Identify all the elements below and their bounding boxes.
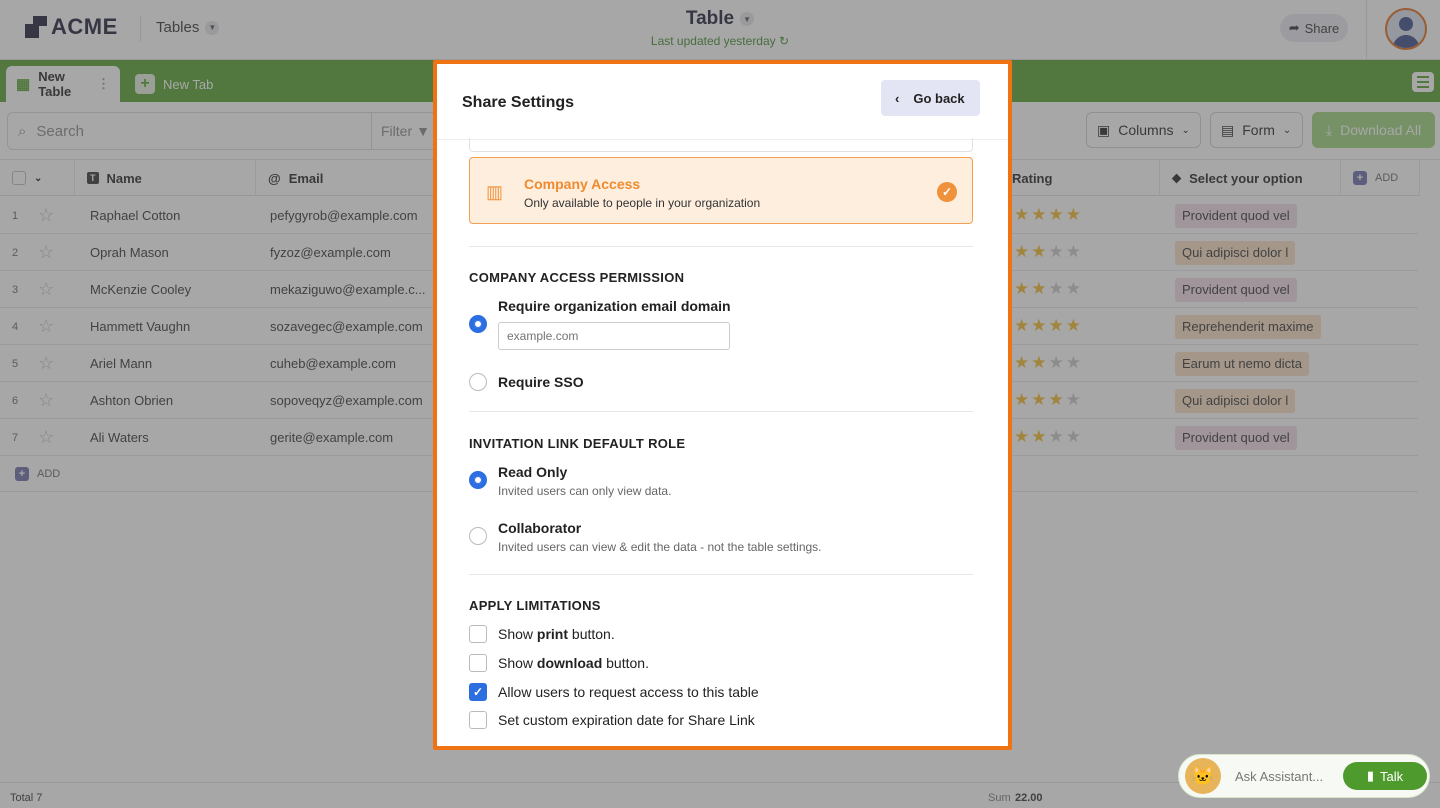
custom-expiration-checkbox[interactable] bbox=[469, 711, 487, 729]
button-text: button. bbox=[606, 655, 649, 671]
go-back-label: Go back bbox=[913, 90, 965, 106]
ask-assistant-input[interactable]: Ask Assistant... bbox=[1235, 769, 1329, 784]
divider bbox=[469, 411, 973, 412]
building-icon: ▥ bbox=[486, 182, 504, 202]
read-only-radio[interactable] bbox=[469, 471, 487, 489]
previous-option-card[interactable] bbox=[469, 138, 973, 152]
show-text: Show bbox=[498, 655, 534, 671]
limitations-heading: APPLY LIMITATIONS bbox=[469, 598, 601, 613]
email-domain-input[interactable] bbox=[498, 322, 730, 350]
require-domain-radio[interactable] bbox=[469, 315, 487, 333]
talk-button[interactable]: ▮ Talk bbox=[1343, 762, 1427, 790]
invite-role-heading: INVITATION LINK DEFAULT ROLE bbox=[469, 436, 686, 451]
assistant-widget[interactable]: 🐱 Ask Assistant... ▮ Talk bbox=[1178, 754, 1430, 798]
show-print-label: Show print button. bbox=[498, 626, 615, 642]
download-text: download bbox=[536, 655, 603, 671]
check-circle-icon: ✓ bbox=[937, 182, 957, 202]
talk-label: Talk bbox=[1380, 768, 1404, 784]
divider bbox=[469, 246, 973, 247]
permission-heading: COMPANY ACCESS PERMISSION bbox=[469, 270, 685, 285]
show-download-checkbox[interactable] bbox=[469, 654, 487, 672]
cat-mascot-icon: 🐱 bbox=[1185, 758, 1221, 794]
modal-header: Share Settings ‹ Go back bbox=[437, 64, 1008, 140]
chevron-left-icon: ‹ bbox=[895, 90, 900, 106]
button-text: button. bbox=[571, 626, 615, 642]
company-access-subtitle: Only available to people in your organiz… bbox=[524, 196, 761, 210]
go-back-button[interactable]: ‹ Go back bbox=[881, 80, 980, 116]
modal-title: Share Settings bbox=[462, 94, 575, 111]
require-sso-radio[interactable] bbox=[469, 373, 487, 391]
allow-request-label: Allow users to request access to this ta… bbox=[498, 684, 759, 700]
company-access-title: Company Access bbox=[524, 176, 641, 192]
require-sso-label: Require SSO bbox=[498, 374, 584, 390]
allow-request-checkbox[interactable]: ✓ bbox=[469, 683, 487, 701]
collaborator-radio[interactable] bbox=[469, 527, 487, 545]
audio-bars-icon: ▮ bbox=[1366, 768, 1375, 783]
print-text: print bbox=[536, 626, 569, 642]
custom-expiration-label: Set custom expiration date for Share Lin… bbox=[498, 712, 755, 728]
collaborator-label: Collaborator bbox=[498, 520, 582, 536]
share-settings-modal: Share Settings ‹ Go back ▥ Company Acces… bbox=[433, 60, 1012, 750]
divider bbox=[469, 574, 973, 575]
show-download-label: Show download button. bbox=[498, 655, 649, 671]
require-domain-label: Require organization email domain bbox=[498, 298, 731, 314]
read-only-description: Invited users can only view data. bbox=[498, 484, 672, 498]
show-text: Show bbox=[498, 626, 534, 642]
company-access-option[interactable]: ▥ Company Access Only available to peopl… bbox=[469, 157, 973, 224]
show-print-checkbox[interactable] bbox=[469, 625, 487, 643]
collaborator-description: Invited users can view & edit the data -… bbox=[498, 540, 822, 554]
read-only-label: Read Only bbox=[498, 464, 568, 480]
